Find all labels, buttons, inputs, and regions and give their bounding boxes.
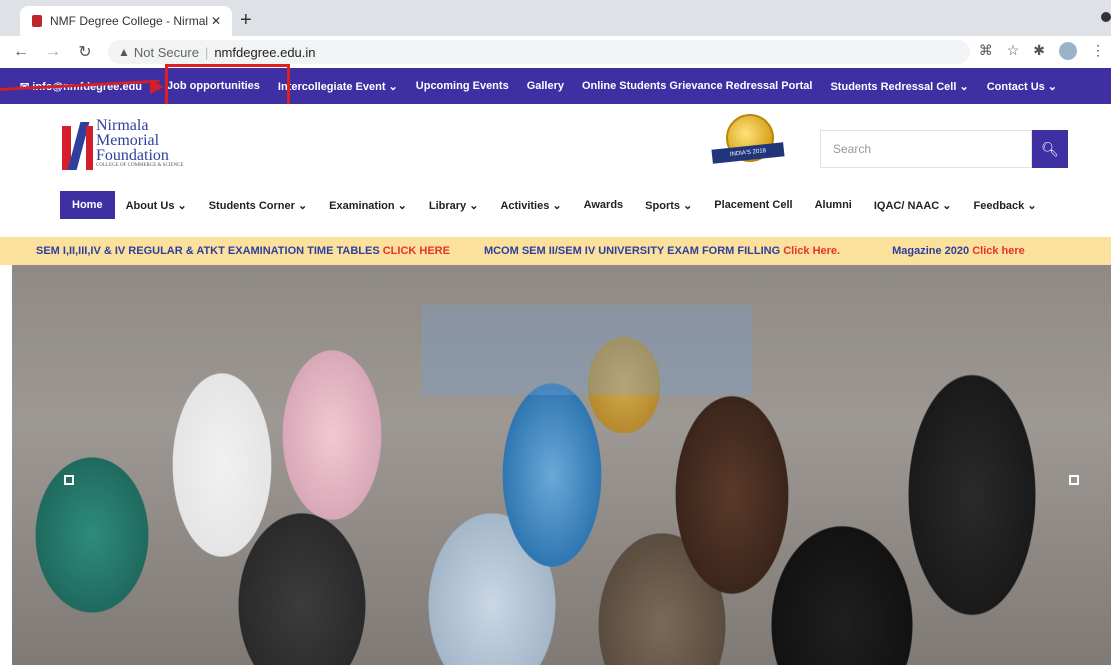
nav-gallery[interactable]: Gallery	[518, 80, 573, 92]
nav-about-us[interactable]: About Us ⌄	[115, 199, 198, 212]
ticker-item-magazine: Magazine 2020 Click here	[892, 245, 1025, 257]
warning-icon[interactable]: ▲	[118, 45, 130, 59]
search-input[interactable]: Search	[820, 130, 1032, 168]
nav-home[interactable]: Home	[60, 191, 115, 219]
search-icon: 🔍︎	[1041, 140, 1059, 157]
nav-upcoming-events[interactable]: Upcoming Events	[407, 80, 518, 92]
site-favicon-icon	[32, 15, 42, 27]
ticker-item-exam-form: MCOM SEM II/SEM IV UNIVERSITY EXAM FORM …	[484, 245, 840, 257]
extensions-puzzle-icon[interactable]: ✱	[1033, 42, 1045, 60]
ticker-item-exam-timetables: SEM I,II,III,IV & IV REGULAR & ATKT EXAM…	[36, 245, 450, 257]
ticker-text: SEM I,II,III,IV & IV REGULAR & ATKT EXAM…	[36, 245, 383, 257]
nav-activities[interactable]: Activities ⌄	[489, 199, 572, 212]
nav-examination[interactable]: Examination ⌄	[318, 199, 418, 212]
slider-next-control[interactable]	[1069, 475, 1079, 485]
ticker-link[interactable]: Click Here.	[783, 245, 840, 257]
new-tab-button[interactable]: +	[240, 9, 252, 32]
ticker-link[interactable]: CLICK HERE	[383, 245, 450, 257]
annotation-arrow-head	[150, 80, 164, 94]
logo-line-1: Nirmala	[96, 117, 149, 134]
nav-grievance-portal[interactable]: Online Students Grievance Redressal Port…	[573, 80, 821, 92]
site-search: Search 🔍︎	[820, 130, 1070, 168]
close-tab-icon[interactable]: ✕	[208, 14, 224, 28]
nav-contact-us[interactable]: Contact Us ⌄	[978, 80, 1066, 93]
tab-title: NMF Degree College - Nirmala	[50, 14, 208, 28]
logo-text: Nirmala Memorial Foundation COLLEGE OF C…	[96, 118, 184, 169]
news-ticker: SEM I,II,III,IV & IV REGULAR & ATKT EXAM…	[0, 237, 1111, 265]
browser-tab[interactable]: NMF Degree College - Nirmala ✕	[20, 6, 232, 36]
logo-line-3: Foundation	[96, 147, 169, 164]
url-text[interactable]: nmfdegree.edu.in	[214, 45, 315, 60]
reload-icon[interactable]: ↻	[74, 42, 96, 62]
menu-kebab-icon[interactable]: ⋮	[1091, 42, 1105, 60]
bookmark-star-icon[interactable]: ☆	[1007, 42, 1020, 60]
browser-tab-bar: NMF Degree College - Nirmala ✕ +	[0, 0, 1111, 36]
hero-backdrop-banner	[422, 305, 752, 395]
search-button[interactable]: 🔍︎	[1032, 130, 1068, 168]
ticker-text: Magazine 2020	[892, 245, 973, 257]
nav-students-corner[interactable]: Students Corner ⌄	[198, 199, 318, 212]
nav-redressal-cell[interactable]: Students Redressal Cell ⌄	[821, 80, 977, 93]
back-arrow-icon[interactable]: ←	[10, 43, 32, 61]
slider-prev-control[interactable]	[64, 475, 74, 485]
nav-alumni[interactable]: Alumni	[804, 199, 863, 211]
nav-sports[interactable]: Sports ⌄	[634, 199, 703, 212]
not-secure-label[interactable]: Not Secure	[134, 45, 199, 60]
logo-mark-icon	[60, 118, 94, 170]
hero-photo-slider[interactable]	[12, 265, 1111, 665]
nav-feedback[interactable]: Feedback ⌄	[963, 199, 1048, 212]
window-control-icon[interactable]	[1101, 12, 1111, 22]
command-icon[interactable]: ⌘	[979, 42, 993, 60]
nav-placement-cell[interactable]: Placement Cell	[703, 199, 803, 211]
ticker-text: MCOM SEM II/SEM IV UNIVERSITY EXAM FORM …	[483, 245, 784, 257]
nav-library[interactable]: Library ⌄	[418, 199, 490, 212]
forward-arrow-icon[interactable]: →	[42, 43, 64, 61]
site-header: Nirmala Memorial Foundation COLLEGE OF C…	[0, 104, 1111, 176]
nav-awards[interactable]: Awards	[573, 199, 635, 211]
award-badge: INDIA'S 2018	[711, 114, 785, 170]
main-nav: Home About Us ⌄ Students Corner ⌄ Examin…	[60, 190, 1048, 220]
logo-subtitle: COLLEGE OF COMMERCE & SCIENCE	[96, 163, 184, 168]
address-separator: |	[204, 44, 209, 60]
browser-toolbar-actions: ⌘ ☆ ✱ ⋮	[979, 42, 1105, 60]
college-logo[interactable]: Nirmala Memorial Foundation COLLEGE OF C…	[60, 118, 184, 170]
logo-line-2: Memorial	[96, 132, 160, 149]
address-bar[interactable]: ▲ Not Secure | nmfdegree.edu.in	[108, 40, 970, 64]
ticker-link[interactable]: Click here	[972, 245, 1025, 257]
nav-iqac-naac[interactable]: IQAC/ NAAC ⌄	[863, 199, 963, 212]
profile-avatar-icon[interactable]	[1059, 42, 1077, 60]
